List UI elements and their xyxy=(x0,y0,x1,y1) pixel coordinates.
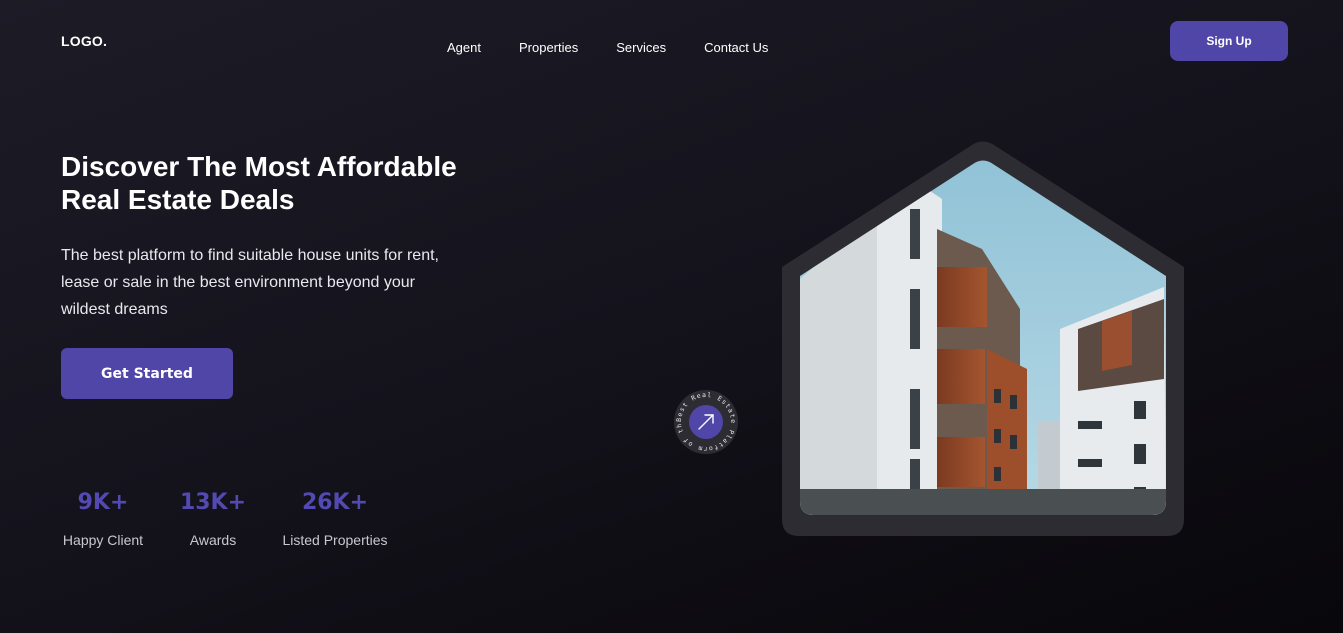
stat-value: 26K+ xyxy=(301,490,369,515)
main-nav: Agent Properties Services Contact Us xyxy=(447,40,768,55)
nav-contact-us[interactable]: Contact Us xyxy=(704,40,768,55)
building-photo xyxy=(800,160,1166,515)
hero-title: Discover The Most Affordable Real Estate… xyxy=(61,150,501,216)
hero-title-line-1: Discover The Most Affordable xyxy=(61,151,457,182)
nav-agent[interactable]: Agent xyxy=(447,40,481,55)
house-frame-image xyxy=(782,141,1184,536)
stat-label: Happy Client xyxy=(62,532,144,548)
stat-awards: 13K+ Awards xyxy=(173,490,253,548)
stat-label: Listed Properties xyxy=(282,532,388,548)
logo[interactable]: LOGO. xyxy=(61,33,107,49)
award-badge[interactable]: Best Real Estate Platform of the Year xyxy=(673,389,739,455)
hero-description: The best platform to find suitable house… xyxy=(61,247,439,318)
stat-value: 9K+ xyxy=(77,490,129,515)
stat-listed-properties: 26K+ Listed Properties xyxy=(281,490,389,548)
nav-services[interactable]: Services xyxy=(616,40,666,55)
stat-happy-client: 9K+ Happy Client xyxy=(61,490,145,548)
get-started-button[interactable]: Get Started xyxy=(61,348,233,399)
hero-title-line-2: Real Estate Deals xyxy=(61,184,295,215)
stat-value: 13K+ xyxy=(179,490,247,515)
stats-row: 9K+ Happy Client 13K+ Awards 26K+ Listed… xyxy=(61,490,421,560)
nav-properties[interactable]: Properties xyxy=(519,40,578,55)
stat-label: Awards xyxy=(189,532,237,548)
sign-up-button[interactable]: Sign Up xyxy=(1170,21,1288,61)
